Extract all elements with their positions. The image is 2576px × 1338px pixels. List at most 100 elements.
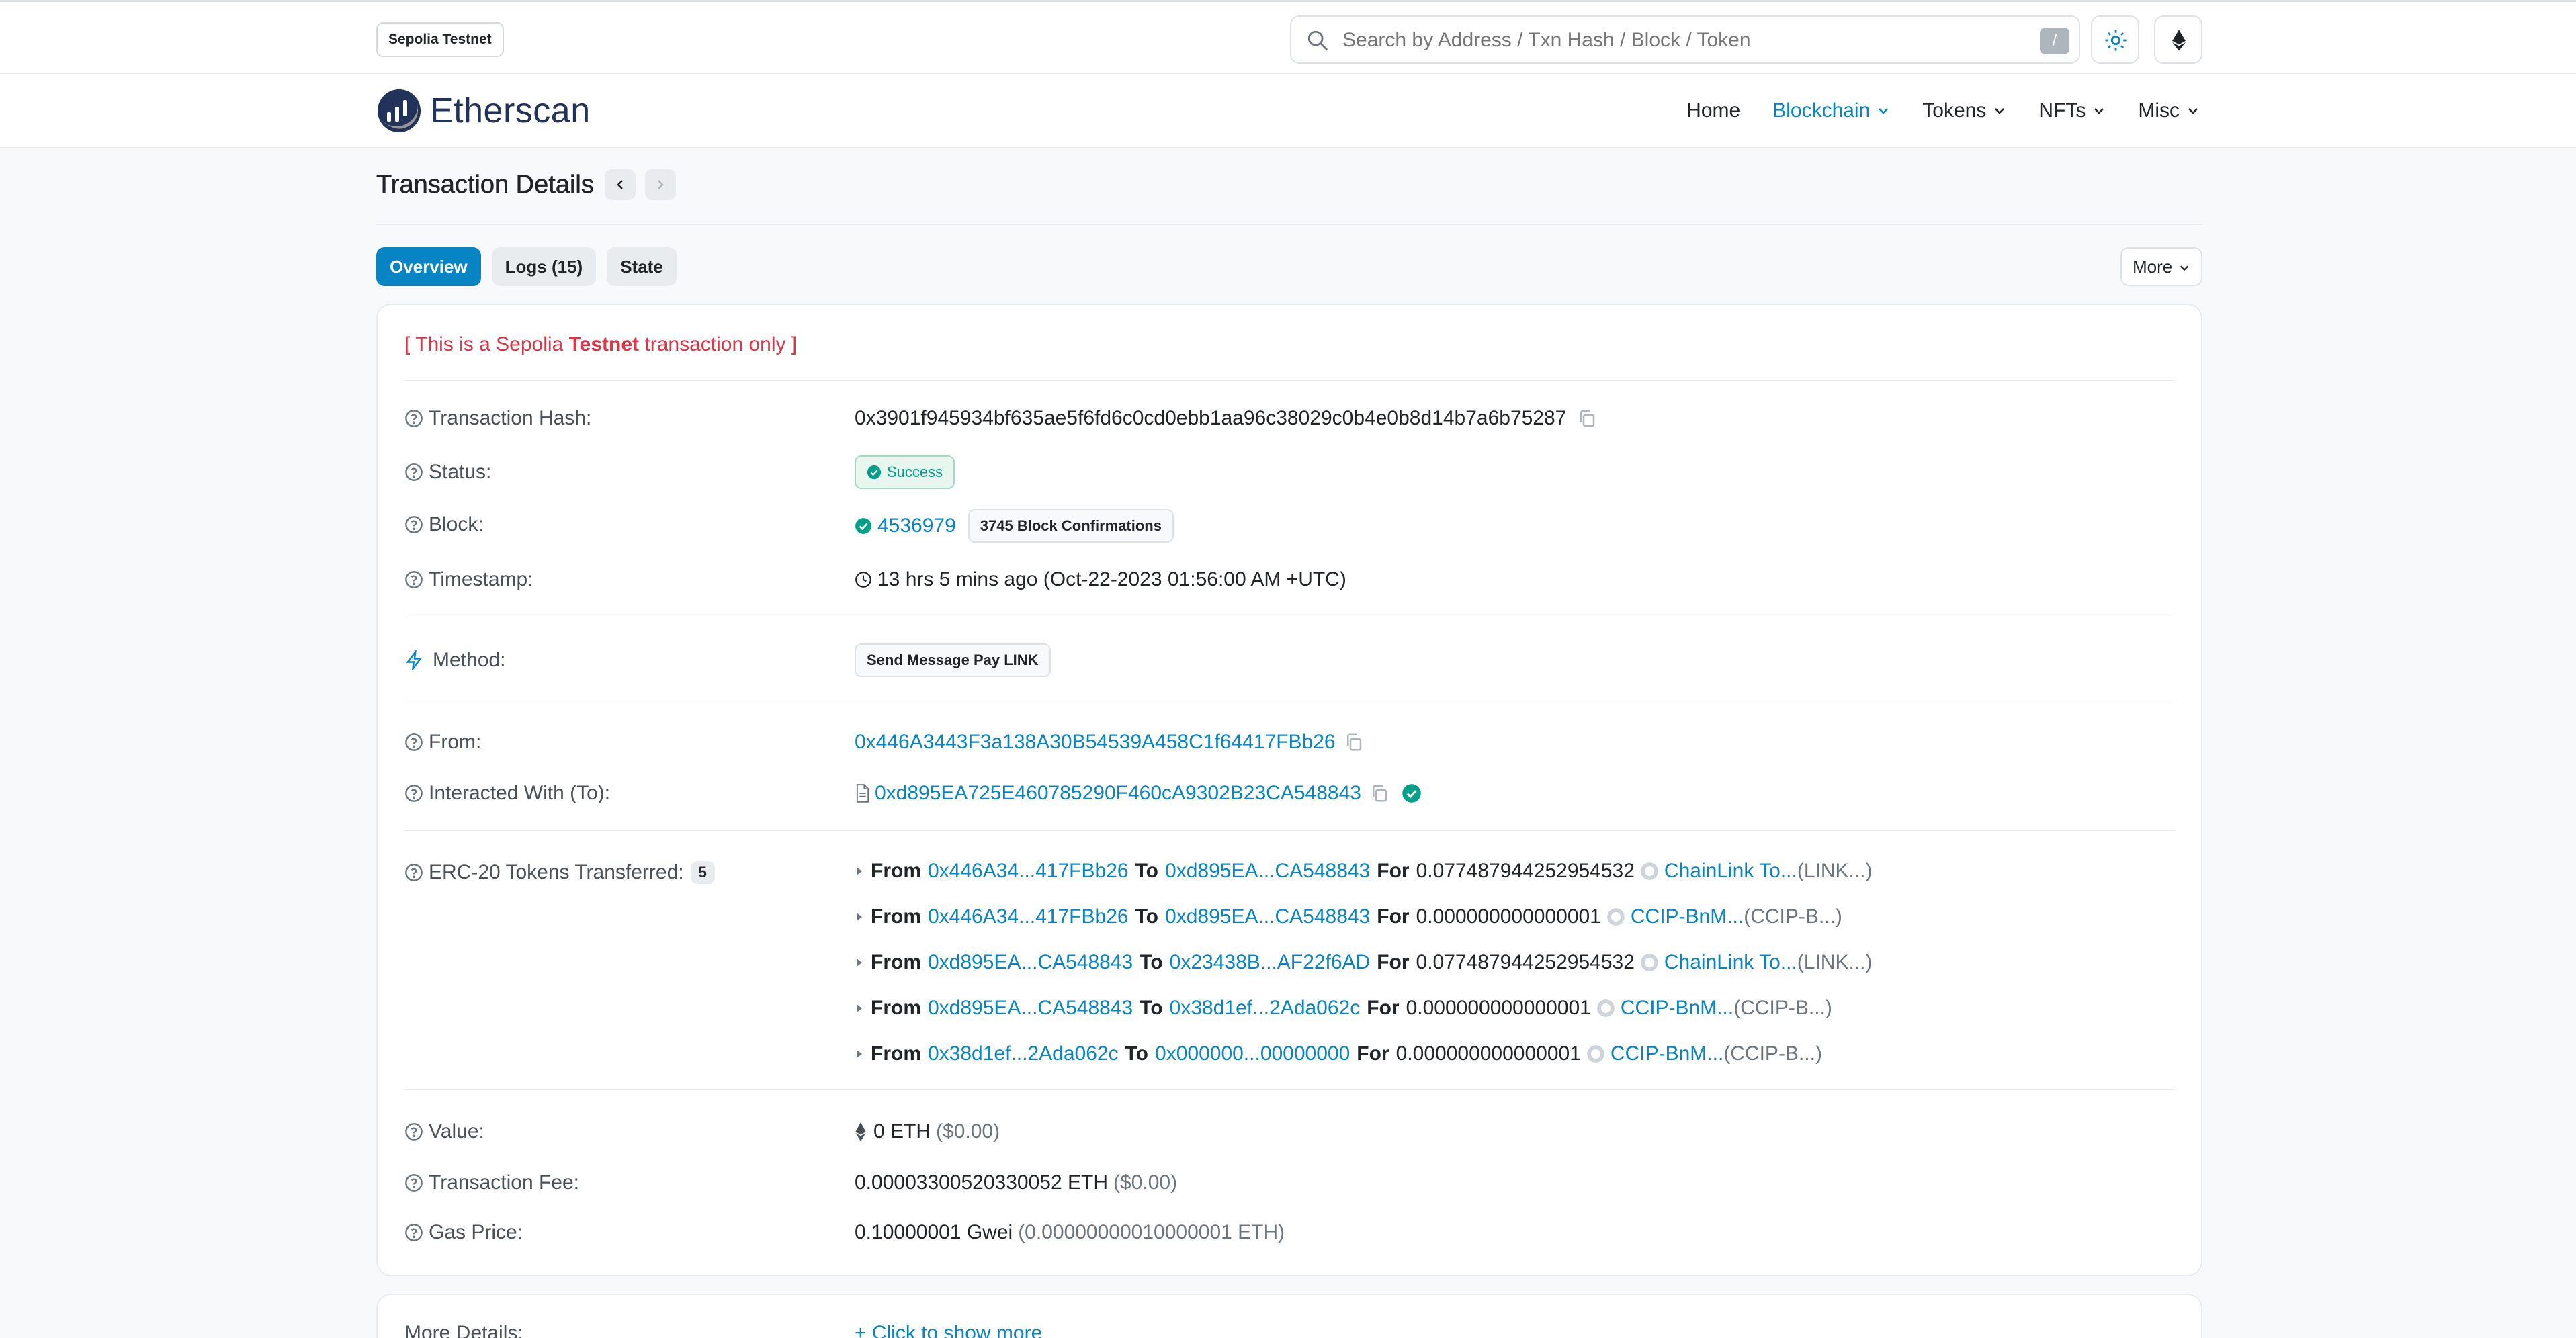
- copy-icon[interactable]: [1577, 408, 1597, 429]
- nav-item-label: NFTs: [2038, 99, 2086, 122]
- timestamp-text: 13 hrs 5 mins ago (Oct-22-2023 01:56:00 …: [877, 568, 1346, 590]
- transfer-to-link[interactable]: 0xd895EA...CA548843: [1165, 860, 1370, 883]
- transfer-row: From 0xd895EA...CA548843 To 0x38d1ef...2…: [855, 997, 1832, 1020]
- transfer-amount: 0.000000000000001: [1406, 997, 1591, 1019]
- main-navbar: Etherscan Home Blockchain Tokens NFTs Mi…: [0, 74, 2576, 148]
- token-link[interactable]: ChainLink To...: [1664, 951, 1797, 974]
- for-word: For: [1377, 860, 1410, 882]
- label-text: More Details:: [404, 1322, 523, 1338]
- transfer-to-link[interactable]: 0x38d1ef...2Ada062c: [1170, 997, 1361, 1020]
- token-link[interactable]: CCIP-BnM...: [1621, 997, 1733, 1020]
- caret-right-icon[interactable]: [855, 865, 864, 877]
- token-link[interactable]: ChainLink To...: [1664, 860, 1797, 883]
- check-circle-icon: [867, 465, 882, 480]
- block-link[interactable]: 4536979: [877, 515, 956, 537]
- tab-state[interactable]: State: [607, 247, 677, 286]
- status-text: Success: [887, 463, 943, 480]
- next-transaction-button[interactable]: [644, 169, 676, 200]
- token-symbol: (LINK...): [1797, 860, 1873, 882]
- caret-right-icon[interactable]: [855, 1048, 864, 1060]
- status-badge: Success: [855, 455, 955, 489]
- help-icon[interactable]: [404, 1223, 423, 1242]
- label-text: Block:: [429, 513, 484, 535]
- sun-icon: [2105, 30, 2127, 51]
- method-badge: Send Message Pay LINK: [855, 643, 1051, 677]
- search-input[interactable]: [1342, 24, 1947, 57]
- nav-item-home[interactable]: Home: [1686, 99, 1740, 122]
- help-icon[interactable]: [404, 1122, 423, 1141]
- token-link[interactable]: CCIP-BnM...: [1631, 905, 1744, 928]
- fee-usd: ($0.00): [1113, 1171, 1178, 1194]
- token-symbol: (LINK...): [1797, 951, 1873, 973]
- tab-logs[interactable]: Logs (15): [491, 247, 597, 286]
- transfer-from-link[interactable]: 0x446A34...417FBb26: [928, 860, 1129, 883]
- to-word: To: [1135, 860, 1159, 882]
- testnet-notice: [ This is a Sepolia Testnet transaction …: [404, 333, 797, 356]
- token-symbol: (CCIP-B...): [1744, 905, 1842, 928]
- tab-overview[interactable]: Overview: [376, 247, 481, 286]
- help-icon[interactable]: [404, 863, 423, 882]
- help-icon[interactable]: [404, 733, 423, 752]
- lightning-icon: [406, 650, 423, 670]
- token-icon: [1587, 1045, 1604, 1063]
- theme-toggle-button[interactable]: [2091, 15, 2139, 64]
- more-label: More: [2133, 257, 2173, 277]
- check-circle-icon: [855, 518, 871, 534]
- help-icon[interactable]: [404, 409, 423, 428]
- help-icon[interactable]: [404, 463, 423, 482]
- for-word: For: [1357, 1042, 1389, 1065]
- nav-item-label: Home: [1686, 99, 1741, 122]
- nav-item-nfts[interactable]: NFTs: [2038, 99, 2106, 122]
- to-word: To: [1135, 905, 1159, 928]
- transfer-amount: 0.000000000000001: [1416, 905, 1601, 928]
- divider: [404, 380, 2174, 381]
- caret-right-icon[interactable]: [855, 911, 864, 923]
- chevron-down-icon: [2094, 108, 2104, 114]
- transfer-from-link[interactable]: 0xd895EA...CA548843: [928, 997, 1133, 1020]
- chevron-down-icon: [1879, 108, 1889, 114]
- transfer-to-link[interactable]: 0x000000...00000000: [1155, 1042, 1350, 1065]
- copy-icon[interactable]: [1344, 732, 1364, 752]
- token-link[interactable]: CCIP-BnM...: [1611, 1042, 1723, 1065]
- from-word: From: [871, 997, 921, 1019]
- show-more-link[interactable]: + Click to show more: [855, 1322, 1042, 1338]
- help-icon[interactable]: [404, 515, 423, 534]
- search-box[interactable]: /: [1290, 15, 2080, 64]
- token-symbol: (CCIP-B...): [1723, 1042, 1822, 1065]
- from-word: From: [871, 905, 921, 928]
- etherscan-logo[interactable]: Etherscan: [376, 87, 591, 134]
- help-icon[interactable]: [404, 1173, 423, 1192]
- from-address-link[interactable]: 0x446A3443F3a138A30B54539A458C1f64417FBb…: [855, 731, 1336, 754]
- tx-hash-value: 0x3901f945934bf635ae5f6fd6c0cd0ebb1aa96c…: [855, 407, 1597, 430]
- more-dropdown-button[interactable]: More: [2120, 247, 2202, 286]
- nav-item-misc[interactable]: Misc: [2138, 99, 2200, 122]
- network-switch-button[interactable]: [2154, 15, 2202, 64]
- block-value: 4536979 3745 Block Confirmations: [855, 509, 1174, 543]
- chevron-down-icon: [1995, 108, 2005, 114]
- to-address-link[interactable]: 0xd895EA725E460785290F460cA9302B23CA5488…: [875, 782, 1361, 805]
- transfer-from-link[interactable]: 0x38d1ef...2Ada062c: [928, 1042, 1119, 1065]
- token-icon: [1641, 862, 1658, 880]
- tx-hash[interactable]: 0x3901f945934bf635ae5f6fd6c0cd0ebb1aa96c…: [855, 407, 1566, 430]
- confirmations-badge: 3745 Block Confirmations: [968, 509, 1174, 543]
- caret-right-icon[interactable]: [855, 1002, 864, 1014]
- help-icon[interactable]: [404, 570, 423, 589]
- caret-right-icon[interactable]: [855, 956, 864, 969]
- network-badge[interactable]: Sepolia Testnet: [376, 22, 504, 57]
- transfer-from-link[interactable]: 0xd895EA...CA548843: [928, 951, 1133, 974]
- prev-transaction-button[interactable]: [604, 169, 636, 200]
- transfer-to-link[interactable]: 0x23438B...AF22f6AD: [1170, 951, 1371, 974]
- from-label: From:: [404, 731, 481, 754]
- nav-item-tokens[interactable]: Tokens: [1922, 99, 2006, 122]
- copy-icon[interactable]: [1369, 783, 1389, 803]
- nav-item-blockchain[interactable]: Blockchain: [1772, 99, 1890, 122]
- help-icon[interactable]: [404, 784, 423, 803]
- transfer-from-link[interactable]: 0x446A34...417FBb26: [928, 905, 1129, 928]
- transfer-to-link[interactable]: 0xd895EA...CA548843: [1165, 905, 1370, 928]
- to-label: Interacted With (To):: [404, 782, 610, 805]
- from-word: From: [871, 1042, 921, 1065]
- method-value: Send Message Pay LINK: [855, 643, 1051, 677]
- transfer-row: From 0x38d1ef...2Ada062c To 0x000000...0…: [855, 1042, 1822, 1065]
- to-word: To: [1140, 951, 1163, 973]
- value-eth: 0 ETH: [873, 1120, 931, 1143]
